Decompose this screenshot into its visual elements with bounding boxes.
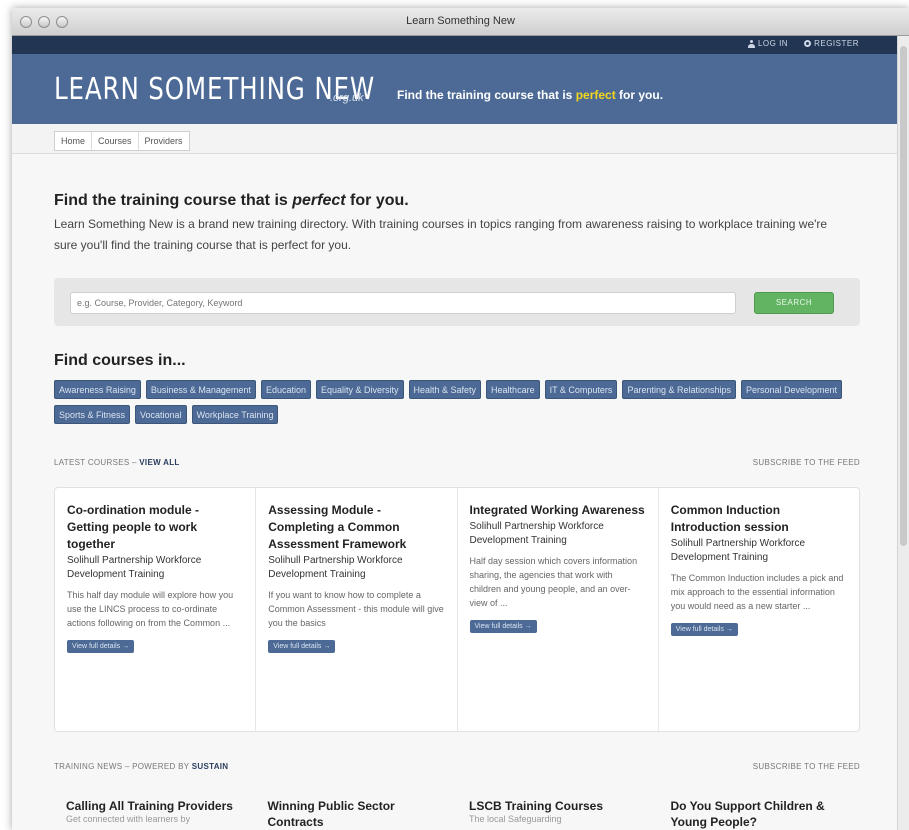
news-item: Winning Public Sector Contracts	[256, 798, 458, 830]
course-summary: If you want to know how to complete a Co…	[268, 590, 444, 628]
user-icon	[747, 39, 755, 48]
vertical-scrollbar[interactable]	[897, 36, 909, 830]
course-title[interactable]: Co-ordination module - Getting people to…	[67, 502, 243, 553]
main-nav: Home Courses Providers	[54, 131, 190, 151]
category-tag[interactable]: Workplace Training	[191, 405, 279, 424]
search-button[interactable]: SEARCH	[754, 292, 834, 314]
course-provider: Solihull Partnership Workforce Developme…	[268, 555, 403, 580]
site-header: LEARN SOMETHING NEW .org.uk Find the tra…	[12, 54, 909, 124]
news-item: Do You Support Children & Young People?	[659, 798, 861, 830]
nav-courses[interactable]: Courses	[92, 132, 139, 150]
course-card: Common Induction Introduction session So…	[659, 488, 859, 731]
latest-courses-label: LATEST COURSES – VIEW ALL	[54, 458, 180, 467]
nav-providers[interactable]: Providers	[139, 132, 189, 150]
training-news-bar: TRAINING NEWS – POWERED BY SUSTAIN SUBSC…	[54, 762, 860, 771]
search-input[interactable]	[70, 292, 736, 314]
hero-heading-end: for you.	[345, 192, 409, 209]
hero-heading: Find the training course that is perfect…	[54, 192, 409, 210]
category-tag[interactable]: Awareness Raising	[54, 380, 141, 399]
hero-description: Learn Something New is a brand new train…	[54, 217, 828, 252]
category-tag[interactable]: Personal Development	[741, 380, 843, 399]
browser-window: Learn Something New LOG IN REGISTER LEAR…	[12, 8, 909, 830]
view-details-button[interactable]: View full details →	[670, 623, 738, 636]
hero-heading-emphasis: perfect	[292, 192, 346, 209]
category-tag[interactable]: Equality & Diversity	[315, 380, 404, 399]
logo-suffix: .org.uk	[330, 92, 364, 104]
news-snippet: The local Safeguarding	[469, 814, 562, 824]
view-all-link[interactable]: VIEW ALL	[139, 458, 179, 467]
login-link[interactable]: LOG IN	[747, 39, 789, 48]
news-item: LSCB Training Courses The local Safeguar…	[457, 798, 659, 830]
latest-courses-bar: LATEST COURSES – VIEW ALL SUBSCRIBE TO T…	[54, 458, 860, 467]
course-cards: Co-ordination module - Getting people to…	[54, 487, 860, 732]
account-bar: LOG IN REGISTER	[12, 36, 909, 54]
course-provider: Solihull Partnership Workforce Developme…	[670, 538, 806, 563]
latest-label-text: LATEST COURSES –	[54, 458, 140, 467]
latest-subscribe-link[interactable]: SUBSCRIBE TO THE FEED	[753, 458, 860, 467]
news-list: Calling All Training Providers Get conne…	[54, 798, 860, 830]
course-title[interactable]: Assessing Module - Completing a Common A…	[268, 502, 444, 553]
register-link[interactable]: REGISTER	[804, 39, 859, 48]
news-subscribe-link[interactable]: SUBSCRIBE TO THE FEED	[753, 762, 860, 771]
category-tag[interactable]: IT & Computers	[544, 380, 618, 399]
course-card: Integrated Working Awareness Solihull Pa…	[458, 488, 659, 731]
view-details-button[interactable]: View full details →	[67, 640, 135, 653]
news-snippet: Get connected with learners by	[66, 814, 191, 824]
course-title[interactable]: Integrated Working Awareness	[470, 502, 646, 519]
course-provider: Solihull Partnership Workforce Developme…	[67, 555, 202, 580]
window-title: Learn Something New	[406, 15, 515, 27]
news-title[interactable]: LSCB Training Courses	[469, 798, 647, 814]
course-card: Co-ordination module - Getting people to…	[55, 488, 257, 731]
nav-bar: Home Courses Providers	[12, 124, 909, 154]
news-label-text: TRAINING NEWS – POWERED BY	[54, 762, 192, 771]
register-label: REGISTER	[814, 39, 859, 48]
view-details-button[interactable]: View full details →	[268, 640, 336, 653]
tagline-text: Find the training course that is	[397, 88, 576, 102]
categories-heading: Find courses in...	[54, 352, 186, 369]
register-icon	[804, 40, 812, 47]
window-titlebar: Learn Something New	[12, 8, 909, 36]
news-title[interactable]: Winning Public Sector Contracts	[268, 798, 446, 830]
category-tag[interactable]: Healthcare	[486, 380, 540, 399]
login-label: LOG IN	[757, 39, 789, 48]
view-details-button[interactable]: View full details →	[469, 620, 537, 633]
course-summary: Half day session which covers informatio…	[469, 556, 638, 608]
page-content: Find the training course that is perfect…	[12, 154, 897, 830]
news-item: Calling All Training Providers Get conne…	[54, 798, 256, 830]
tagline-highlight: perfect	[575, 88, 616, 102]
course-summary: This half day module will explore how yo…	[67, 590, 234, 628]
hero-heading-text: Find the training course that is	[54, 192, 293, 209]
news-title[interactable]: Calling All Training Providers	[66, 798, 244, 814]
tagline-text-end: for you.	[615, 88, 664, 102]
site-logo[interactable]: LEARN SOMETHING NEW	[54, 72, 375, 107]
scrollbar-thumb[interactable]	[900, 46, 907, 546]
sustain-link[interactable]: SUSTAIN	[192, 762, 229, 771]
category-tag[interactable]: Sports & Fitness	[54, 405, 131, 424]
course-title[interactable]: Common Induction Introduction session	[671, 502, 847, 536]
course-provider: Solihull Partnership Workforce Developme…	[469, 521, 604, 546]
category-tag[interactable]: Business & Management	[145, 380, 256, 399]
course-card: Assessing Module - Completing a Common A…	[256, 488, 458, 731]
search-panel: SEARCH	[54, 278, 860, 326]
category-tag[interactable]: Parenting & Relationships	[622, 380, 736, 399]
training-news-label: TRAINING NEWS – POWERED BY SUSTAIN	[54, 762, 228, 771]
news-title[interactable]: Do You Support Children & Young People?	[671, 798, 849, 830]
category-tag[interactable]: Health & Safety	[408, 380, 482, 399]
category-list: Awareness Raising Business & Management …	[54, 380, 844, 424]
nav-home[interactable]: Home	[55, 132, 93, 150]
header-tagline: Find the training course that is perfect…	[397, 88, 663, 102]
category-tag[interactable]: Education	[260, 380, 311, 399]
category-tag[interactable]: Vocational	[135, 405, 187, 424]
course-summary: The Common Induction includes a pick and…	[670, 573, 844, 611]
